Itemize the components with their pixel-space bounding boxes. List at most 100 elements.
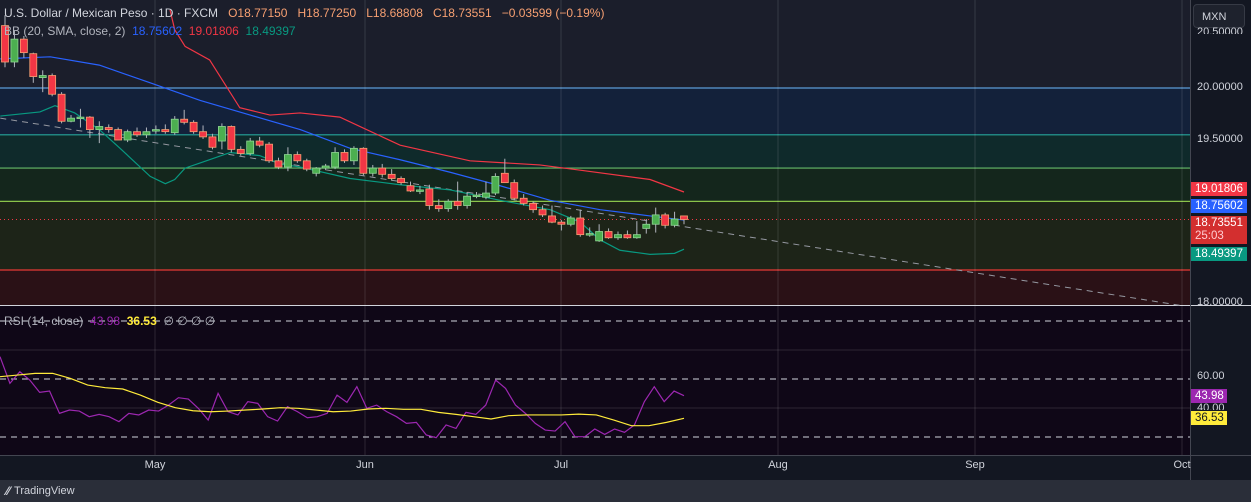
candle-body	[651, 214, 660, 225]
candle-body	[340, 152, 349, 162]
candle-body	[444, 200, 453, 210]
candle-body	[680, 215, 688, 220]
candle-body	[227, 126, 236, 150]
time-label: May	[144, 459, 166, 471]
candle-body	[302, 160, 311, 170]
candle-body	[557, 221, 566, 225]
candle-body	[67, 117, 75, 122]
price-label: 19.50000	[1197, 133, 1243, 145]
candle-body	[642, 223, 651, 229]
time-label: Jun	[356, 459, 374, 471]
candle-body	[38, 75, 47, 78]
last-price: 18.73551	[1195, 217, 1243, 229]
candle-body	[57, 93, 66, 122]
time-label: Aug	[768, 459, 788, 471]
candle-body	[500, 172, 509, 184]
bb-basis-badge: 18.75602	[1191, 199, 1247, 213]
brand-name: TradingView	[14, 485, 75, 497]
candle-body	[265, 143, 273, 162]
price-chart[interactable]	[0, 0, 1251, 480]
candle-body	[199, 131, 207, 138]
candle-body	[538, 209, 547, 216]
candle-body	[585, 233, 594, 236]
candle-body	[284, 154, 292, 168]
candle-body	[368, 167, 377, 174]
candle-body	[387, 173, 396, 179]
candle-body	[218, 126, 226, 142]
candle-body	[48, 75, 57, 95]
candle-body	[576, 217, 585, 236]
candle-body	[378, 167, 387, 175]
time-label: Jul	[553, 459, 569, 471]
symbol-legend[interactable]: U.S. Dollar / Mexican Peso · 1D · FXCM O…	[4, 6, 604, 20]
candle-body	[274, 160, 283, 168]
rsi-badge: 43.98	[1191, 389, 1227, 403]
rsi-background	[0, 306, 1190, 455]
candle-body	[180, 118, 189, 123]
candle-body	[519, 197, 528, 204]
candle-body	[236, 148, 245, 154]
low-value: L18.68808	[366, 6, 423, 20]
candle-body	[331, 152, 339, 168]
bb-upper-badge: 19.01806	[1191, 182, 1247, 196]
rsi-extra-values: ∅ ∅ ∅ ∅	[163, 314, 216, 328]
price-label: 18.00000	[1197, 296, 1243, 305]
rsi-axis-label: 40.00	[1197, 402, 1225, 410]
candle-body	[595, 231, 604, 242]
time-label: Sep	[965, 459, 985, 471]
candle-body	[614, 234, 622, 239]
candle-body	[151, 129, 160, 132]
level-band	[0, 168, 1190, 202]
candle-body	[425, 188, 434, 206]
candle-body	[548, 215, 556, 223]
candle-body	[189, 121, 198, 133]
candle-body	[491, 175, 500, 194]
bar-countdown: 25:03	[1195, 230, 1224, 242]
currency-button[interactable]: MXN	[1193, 4, 1245, 28]
rsi-ma-value: 36.53	[126, 314, 157, 328]
footer: ⁄⁄ TradingView	[0, 480, 1251, 502]
candle-body	[208, 136, 217, 148]
candle-body	[453, 200, 462, 206]
candle-body	[114, 129, 123, 141]
tradingview-icon: ⁄⁄	[6, 484, 11, 498]
bb-basis-value: 18.75602	[132, 24, 183, 38]
candle-body	[85, 116, 94, 131]
candle-body	[76, 116, 85, 120]
bb-legend[interactable]: BB (20, SMA, close, 2) 18.75602 19.01806…	[4, 24, 296, 38]
last-price-badge: 18.73551 25:03	[1191, 216, 1247, 244]
change-value: −0.03599 (−0.19%)	[501, 6, 605, 20]
candle-body	[406, 185, 415, 192]
candle-body	[19, 38, 28, 54]
candle-body	[604, 231, 613, 239]
level-band	[0, 134, 1190, 169]
candle-body	[133, 131, 141, 136]
candle-body	[510, 182, 519, 199]
candle-body	[529, 203, 538, 211]
bb-lower-value: 18.49397	[245, 24, 296, 38]
open-value: O18.77150	[228, 6, 288, 20]
candle-body	[397, 178, 405, 184]
bb-upper-value: 19.01806	[188, 24, 239, 38]
candle-body	[255, 140, 264, 146]
tradingview-logo[interactable]: ⁄⁄ TradingView	[6, 484, 75, 498]
candle-body	[104, 127, 113, 130]
price-label: 20.00000	[1197, 81, 1243, 93]
high-value: H18.77250	[297, 6, 357, 20]
symbol-title: U.S. Dollar / Mexican Peso · 1D · FXCM	[4, 6, 219, 20]
candle-body	[246, 140, 255, 154]
candle-body	[566, 217, 575, 225]
candle-body	[359, 147, 368, 174]
candle-body	[161, 129, 170, 133]
candle-body	[632, 234, 641, 239]
rsi-label: RSI (14, close)	[4, 314, 84, 328]
candle-body	[293, 154, 302, 162]
candle-body	[29, 53, 38, 77]
bb-lower-badge: 18.49397	[1191, 247, 1247, 261]
candle-body	[350, 147, 358, 162]
candle-body	[142, 131, 151, 136]
candle-body	[482, 192, 490, 198]
candle-body	[472, 194, 481, 198]
candle-body	[170, 118, 179, 134]
rsi-legend[interactable]: RSI (14, close) 43.98 36.53 ∅ ∅ ∅ ∅	[4, 314, 215, 328]
